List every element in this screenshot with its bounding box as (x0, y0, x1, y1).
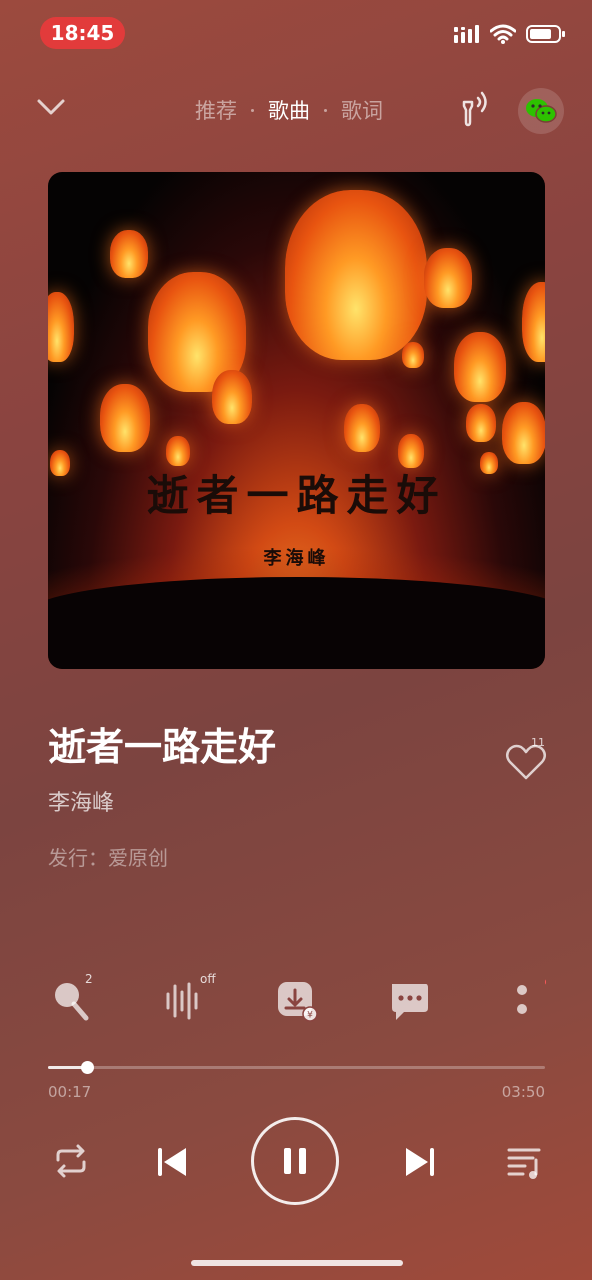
tab-recommend[interactable]: 推荐 (195, 95, 237, 125)
tab-separator (251, 108, 254, 112)
lantern (48, 292, 74, 362)
time-text: 18:45 (50, 21, 115, 45)
cellular-signal-icon (454, 25, 479, 43)
playlist-button[interactable] (503, 1140, 547, 1184)
like-count: 11 (531, 736, 545, 749)
repeat-icon (56, 1144, 86, 1178)
home-indicator (191, 1260, 403, 1266)
album-cover-title: 逝者一路走好 (146, 471, 447, 520)
album-cover: 逝者一路走好 李海峰 (48, 172, 545, 669)
download-icon: ¥ (278, 982, 318, 1022)
comments-button[interactable] (386, 978, 432, 1024)
next-track-button[interactable] (398, 1140, 442, 1184)
status-icons (454, 24, 566, 44)
lantern (522, 282, 545, 362)
pause-icon (284, 1148, 306, 1174)
lantern (285, 190, 427, 360)
more-dots-icon (517, 978, 553, 1014)
album-horizon (48, 577, 545, 669)
lantern (344, 404, 380, 452)
lantern (466, 404, 496, 442)
comment-bubble-icon (392, 984, 428, 1020)
lantern (402, 342, 424, 368)
svg-text:¥: ¥ (307, 1011, 313, 1021)
wechat-share-button[interactable] (518, 88, 564, 134)
repeat-mode-button[interactable] (50, 1140, 92, 1182)
song-title: 逝者一路走好 (48, 725, 277, 769)
sound-effect-button[interactable]: off (160, 972, 216, 1024)
progress-bar[interactable] (48, 1061, 545, 1074)
total-time: 03:50 (501, 1083, 545, 1101)
lantern (502, 402, 545, 464)
playlist-icon (507, 1148, 541, 1179)
progress-knob[interactable] (80, 1061, 94, 1074)
lantern (110, 230, 148, 278)
lantern (424, 248, 472, 308)
skip-previous-icon (158, 1148, 186, 1176)
current-time: 00:17 (48, 1083, 92, 1101)
more-options-button[interactable] (500, 978, 553, 1024)
sing-badge: 2 (85, 972, 93, 986)
skip-next-icon (406, 1148, 434, 1176)
tab-lyrics[interactable]: 歌词 (341, 95, 383, 125)
play-pause-button[interactable] (251, 1117, 339, 1205)
nav-tabs: 推荐 歌曲 歌词 (195, 95, 383, 125)
sing-along-button[interactable]: 2 (50, 972, 96, 1024)
sound-effect-badge: off (200, 972, 216, 986)
tab-separator (324, 108, 327, 112)
lantern (212, 370, 252, 424)
wechat-icon (526, 99, 557, 123)
tab-song[interactable]: 歌曲 (268, 95, 310, 125)
publisher-info: 发行：爱原创 (48, 846, 168, 870)
battery-icon (526, 25, 565, 43)
download-button[interactable]: ¥ (274, 978, 320, 1024)
wifi-icon (490, 24, 516, 44)
collapse-chevron-icon[interactable] (36, 96, 66, 120)
lantern (100, 384, 150, 452)
cast-device-icon[interactable] (458, 90, 492, 128)
status-time: 18:45 (40, 17, 125, 49)
album-cover-artist: 李海峰 (263, 548, 330, 569)
lantern (454, 332, 506, 402)
song-artist[interactable]: 李海峰 (48, 785, 114, 817)
previous-track-button[interactable] (150, 1140, 194, 1184)
